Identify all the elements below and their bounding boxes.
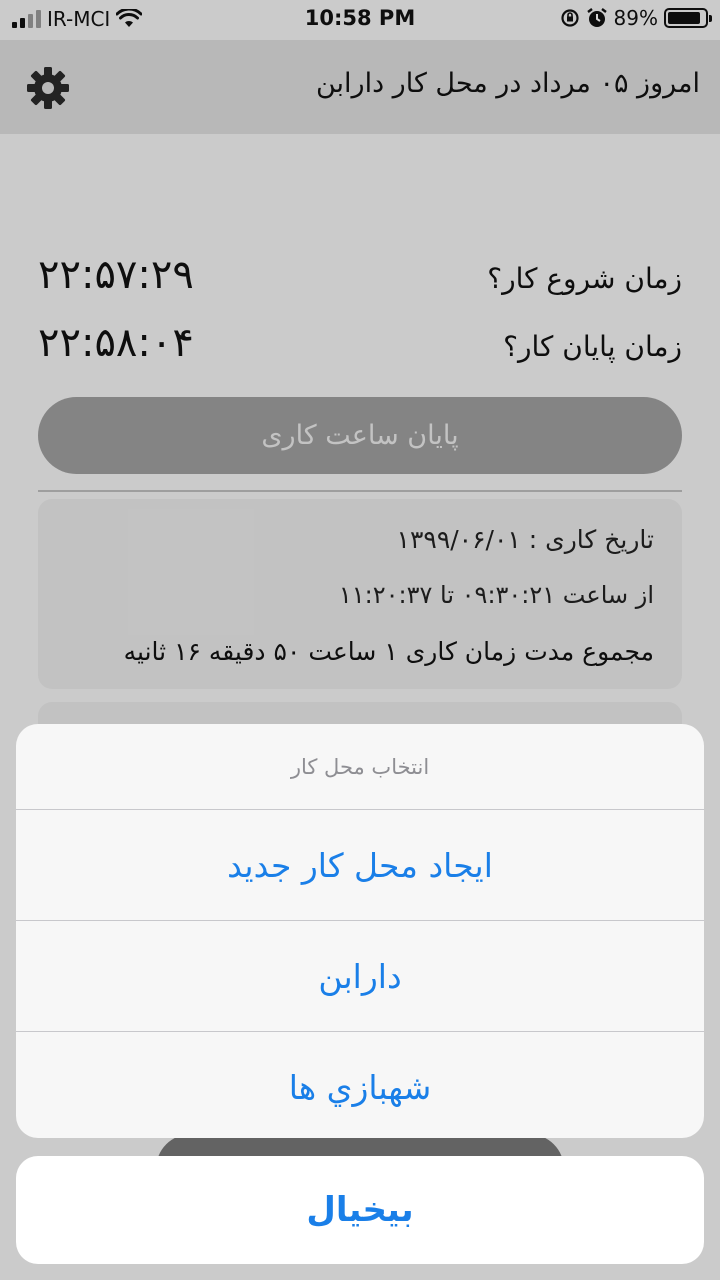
option-new-workplace[interactable]: ایجاد محل کار جدید — [16, 810, 704, 921]
option-workplace-darabon[interactable]: دارابن — [16, 921, 704, 1032]
option-workplace-shahbazi[interactable]: شهبازي ها — [16, 1032, 704, 1138]
action-sheet: انتخاب محل کار ایجاد محل کار جدید دارابن… — [16, 724, 704, 1138]
cancel-button[interactable]: بیخیال — [16, 1156, 704, 1264]
action-sheet-title: انتخاب محل کار — [16, 724, 704, 810]
screen: IR-MCI 10:58 PM 89% امروز ۰۵ مرداد در مح… — [0, 0, 720, 1280]
